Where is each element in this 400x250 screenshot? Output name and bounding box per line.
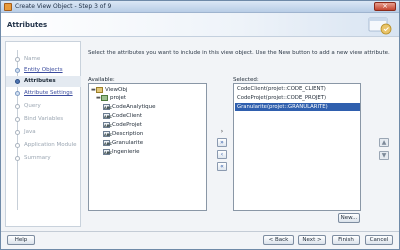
step-java: Java bbox=[6, 127, 81, 138]
move-all-left-button[interactable]: « bbox=[217, 162, 227, 171]
tree-attribute-row[interactable]: ABCGranularite bbox=[103, 139, 143, 147]
step-label: Java bbox=[24, 129, 36, 135]
step-attributes: Attributes bbox=[6, 76, 81, 87]
step-label: Bind Variables bbox=[24, 116, 64, 122]
tree-attribute-row[interactable]: ABCIngenierie bbox=[103, 148, 140, 156]
help-button[interactable]: Help bbox=[7, 235, 35, 245]
step-bind-variables: Bind Variables bbox=[6, 114, 81, 125]
instruction-text: Select the attributes you want to includ… bbox=[88, 50, 390, 56]
step-summary: Summary bbox=[6, 153, 81, 164]
step-label: Application Module bbox=[24, 142, 77, 148]
new-attribute-button[interactable]: New... bbox=[338, 213, 360, 223]
move-all-right-button[interactable]: » bbox=[217, 138, 227, 147]
list-item[interactable]: CodeClient(projet::CODE_CLIENT) bbox=[235, 85, 360, 93]
tree-attribute-row[interactable]: ABCDescription bbox=[103, 130, 143, 138]
back-button[interactable]: < Back bbox=[263, 235, 294, 245]
tree-entity-row[interactable]: ▬ projet bbox=[96, 94, 126, 102]
attribute-icon: ABC bbox=[103, 121, 112, 128]
title-bar[interactable]: Create View Object - Step 3 of 9 × bbox=[1, 1, 399, 13]
step-label: Query bbox=[24, 103, 41, 109]
tree-attribute-row[interactable]: ABCCodeProjet bbox=[103, 121, 142, 129]
list-item[interactable]: CodeProjet(projet::CODE_PROJET) bbox=[235, 94, 360, 102]
move-down-button[interactable]: ▼ bbox=[379, 151, 389, 160]
list-item[interactable]: Granularite(projet::GRANULARITE) bbox=[235, 103, 360, 111]
step-dot-icon bbox=[15, 68, 20, 73]
wizard-banner-icon bbox=[368, 17, 392, 35]
step-label[interactable]: Entity Objects bbox=[24, 67, 63, 73]
finish-button[interactable]: Finish bbox=[332, 235, 360, 245]
tree-root-label: ViewObj bbox=[105, 87, 128, 93]
wizard-window: Create View Object - Step 3 of 9 × Attri… bbox=[0, 0, 400, 250]
page-header: Attributes bbox=[1, 13, 399, 37]
step-dot-icon bbox=[15, 117, 20, 122]
step-dot-icon bbox=[15, 57, 20, 62]
attribute-icon: ABC bbox=[103, 130, 112, 137]
cancel-button[interactable]: Cancel bbox=[365, 235, 393, 245]
tree-entity-label: projet bbox=[110, 95, 127, 101]
attribute-icon: ABC bbox=[103, 103, 112, 110]
attribute-icon: ABC bbox=[103, 139, 112, 146]
step-dot-icon bbox=[15, 79, 20, 84]
attribute-icon: ABC bbox=[103, 148, 112, 155]
attribute-label: CodeClient bbox=[112, 113, 143, 119]
step-dot-icon bbox=[15, 91, 20, 96]
footer-divider bbox=[1, 231, 399, 232]
step-dot-icon bbox=[15, 104, 20, 109]
view-object-icon bbox=[96, 86, 103, 93]
step-dot-icon bbox=[15, 143, 20, 148]
step-name: Name bbox=[6, 54, 81, 65]
step-dot-icon bbox=[15, 156, 20, 161]
step-label[interactable]: Attribute Settings bbox=[24, 90, 73, 96]
step-attribute-settings[interactable]: Attribute Settings bbox=[6, 88, 81, 99]
step-dot-icon bbox=[15, 130, 20, 135]
attribute-icon: ABC bbox=[103, 112, 112, 119]
step-label: Attributes bbox=[24, 78, 56, 84]
app-icon bbox=[4, 3, 12, 11]
close-button[interactable]: × bbox=[374, 2, 396, 11]
attribute-label: CodeProjet bbox=[112, 122, 142, 128]
attribute-label: Granularite bbox=[112, 140, 144, 146]
window-title: Create View Object - Step 3 of 9 bbox=[15, 3, 112, 10]
selected-attributes-list[interactable]: CodeClient(projet::CODE_CLIENT) CodeProj… bbox=[233, 83, 361, 211]
move-left-button[interactable]: ‹ bbox=[217, 150, 227, 159]
next-button[interactable]: Next > bbox=[298, 235, 326, 245]
step-entity-objects[interactable]: Entity Objects bbox=[6, 65, 81, 76]
attribute-label: CodeAnalytique bbox=[112, 104, 156, 110]
step-query: Query bbox=[6, 101, 81, 112]
attribute-label: Ingenierie bbox=[112, 149, 140, 155]
wizard-steps-panel: Name Entity Objects Attributes Attribute… bbox=[5, 41, 81, 227]
page-title: Attributes bbox=[7, 21, 48, 29]
tree-root-row[interactable]: ▬ ViewObj bbox=[91, 86, 127, 94]
move-up-button[interactable]: ▲ bbox=[379, 138, 389, 147]
step-label: Name bbox=[24, 56, 41, 62]
entity-object-icon bbox=[101, 94, 108, 101]
step-label: Summary bbox=[24, 155, 51, 161]
attribute-label: Description bbox=[112, 131, 144, 137]
step-application-module: Application Module bbox=[6, 140, 81, 151]
move-right-button[interactable]: › bbox=[217, 127, 227, 136]
tree-attribute-row[interactable]: ABCCodeClient bbox=[103, 112, 142, 120]
tree-attribute-row[interactable]: ABCCodeAnalytique bbox=[103, 103, 156, 111]
available-attributes-tree[interactable]: ▬ ViewObj ▬ projet ABCCodeAnalytique ABCCo… bbox=[88, 83, 207, 211]
